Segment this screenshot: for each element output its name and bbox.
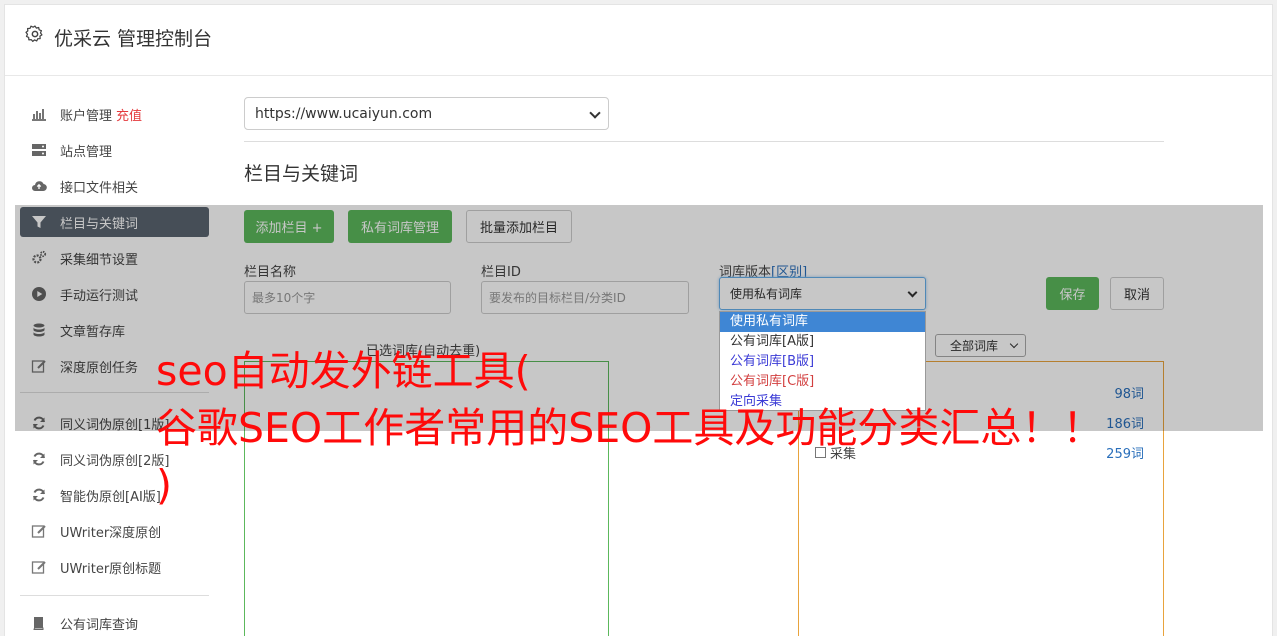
- sidebar-item-label: 同义词伪原创[2版]: [60, 453, 170, 469]
- recharge-link[interactable]: 充值: [116, 105, 142, 124]
- site-select[interactable]: https://www.ucaiyun.com: [244, 97, 609, 130]
- dropdown-option[interactable]: 使用私有词库: [720, 312, 925, 332]
- sidebar-item-uwriter-deep[interactable]: UWriter深度原创: [20, 516, 209, 546]
- sidebar-item-label: 接口文件相关: [60, 180, 139, 196]
- refresh-icon: [31, 451, 47, 467]
- gear-icon: [25, 25, 43, 43]
- refresh-icon: [31, 487, 47, 503]
- book-icon: [31, 615, 47, 631]
- sidebar-item-label: UWriter深度原创: [60, 525, 162, 541]
- sidebar-item-public-lexicon[interactable]: 公有词库查询: [20, 608, 209, 636]
- overlay-caption: seo自动发外链工具( 谷歌SEO工作者常用的SEO工具及功能分类汇总！！ ): [156, 343, 1156, 514]
- sidebar-item-sites[interactable]: 站点管理: [20, 135, 209, 165]
- server-icon: [31, 142, 47, 158]
- sidebar-divider: [20, 595, 209, 596]
- edit-icon: [31, 559, 47, 575]
- sidebar-item-label: 账户管理: [60, 108, 113, 124]
- divider: [244, 141, 1164, 142]
- app-title: 优采云 管理控制台: [54, 28, 213, 50]
- overlay-caption-line: ): [156, 461, 172, 509]
- chevron-down-icon: [589, 107, 601, 119]
- header: 优采云 管理控制台: [5, 5, 1272, 76]
- bar-chart-icon: [31, 106, 47, 122]
- edit-icon: [31, 523, 47, 539]
- sidebar-item-label: UWriter原创标题: [60, 561, 162, 577]
- overlay-caption-line: 谷歌SEO工作者常用的SEO工具及功能分类汇总！！: [156, 404, 1104, 452]
- sidebar-item-label: 智能伪原创[AI版]: [60, 489, 161, 505]
- sidebar-item-label: 站点管理: [60, 144, 113, 160]
- sidebar-item-uwriter-title[interactable]: UWriter原创标题: [20, 552, 209, 582]
- cloud-upload-icon: [31, 178, 47, 194]
- sidebar-item-label: 公有词库查询: [60, 617, 139, 633]
- sidebar-item-interface[interactable]: 接口文件相关: [20, 171, 209, 201]
- section-title: 栏目与关键词: [244, 163, 359, 185]
- site-select-value: https://www.ucaiyun.com: [255, 105, 433, 122]
- overlay-caption-line: seo自动发外链工具(: [156, 347, 531, 395]
- sidebar-item-account[interactable]: 账户管理 充值: [20, 99, 209, 129]
